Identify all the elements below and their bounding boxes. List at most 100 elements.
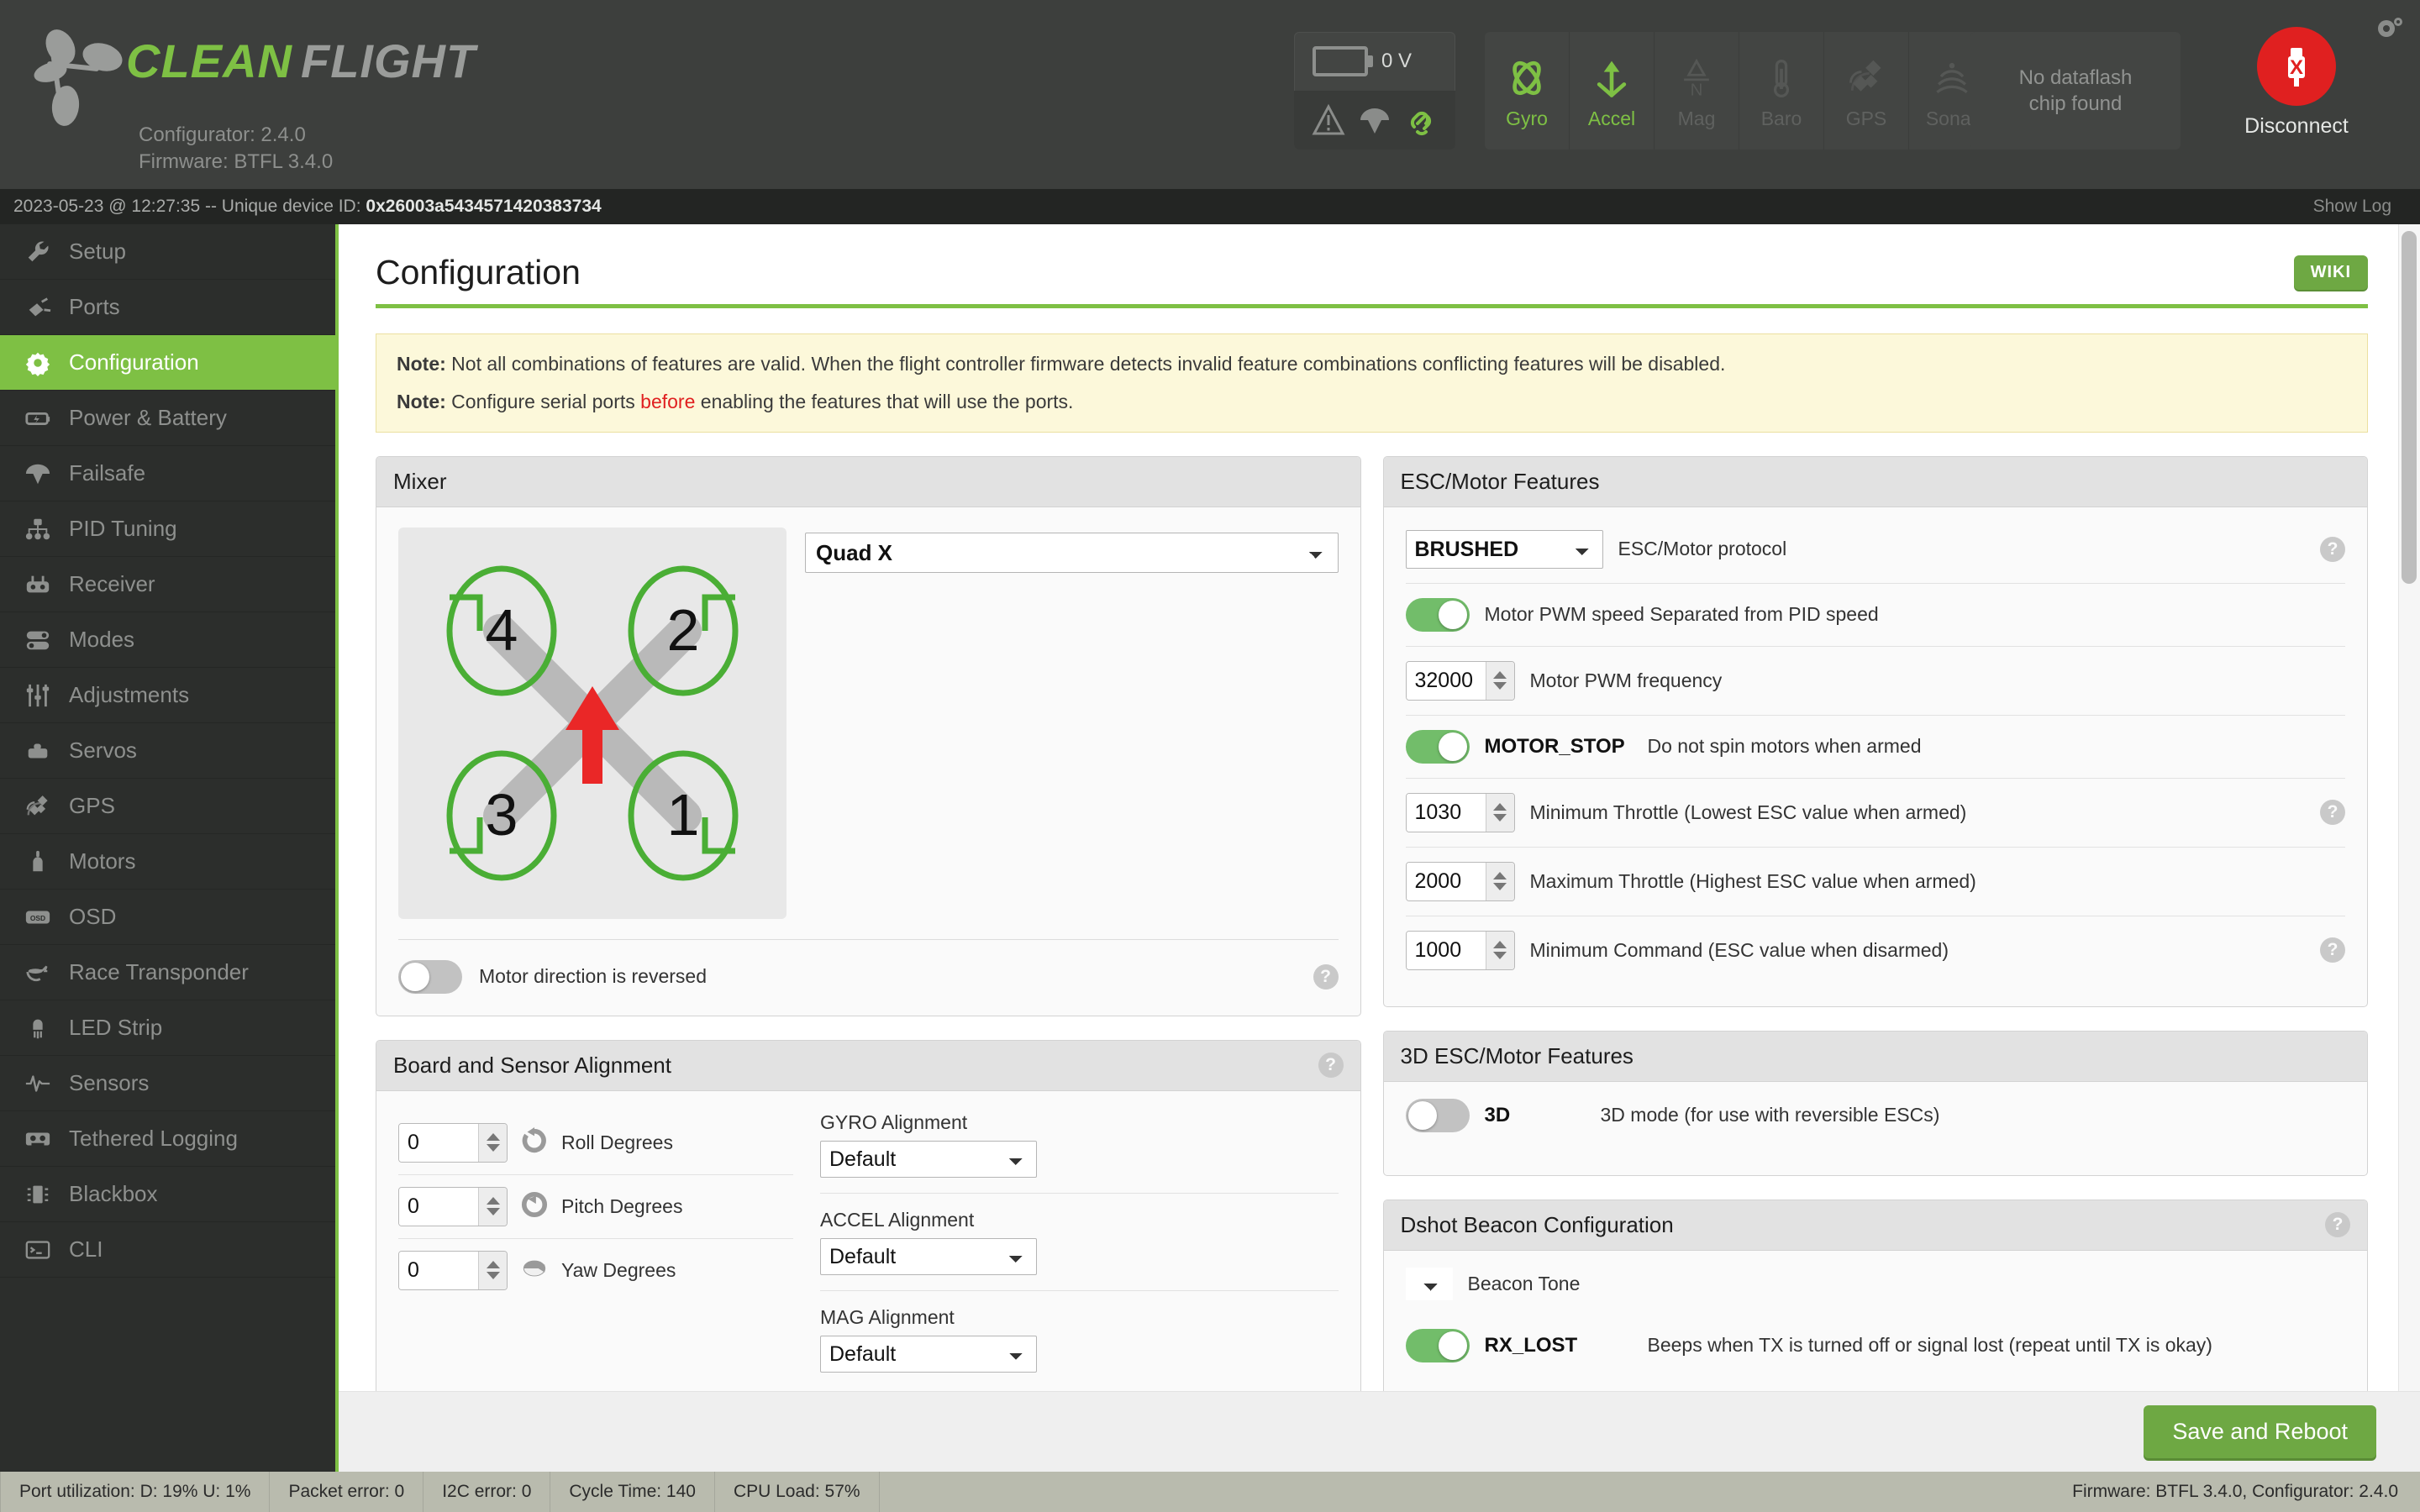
sidebar-item-gps[interactable]: GPS — [0, 779, 335, 834]
cleanflight-wordmark: CLEAN FLIGHT — [126, 37, 521, 89]
disconnect-button[interactable]: X Disconnect — [2225, 27, 2368, 139]
disconnect-label: Disconnect — [2244, 114, 2349, 138]
pitch-degrees-row: Pitch Degrees — [398, 1173, 793, 1238]
esc-3d-toggle[interactable] — [1405, 1098, 1470, 1132]
sidebar-item-sensors[interactable]: Sensors — [0, 1056, 335, 1111]
beacon-tone-select[interactable] — [1405, 1267, 1453, 1300]
min-command-label: Minimum Command (ESC value when disarmed… — [1529, 938, 1949, 961]
pwm-separate-label: Motor PWM speed Separated from PID speed — [1484, 603, 1879, 626]
sidebar-item-pid-tuning[interactable]: PID Tuning — [0, 501, 335, 557]
quadcopter-logo-icon — [32, 22, 133, 127]
pwm-frequency-stepper[interactable] — [1405, 660, 1515, 701]
settings-gear-icon[interactable] — [2373, 12, 2407, 45]
svg-text:N: N — [1691, 81, 1703, 99]
min-command-input[interactable] — [1406, 931, 1486, 969]
sensor-label: Sonar — [1925, 107, 1978, 129]
accel-alignment-select[interactable]: Default — [820, 1237, 1037, 1275]
servo-icon — [20, 738, 55, 764]
sidebar-item-label: Sensors — [69, 1070, 150, 1095]
sidebar-item-race-transponder[interactable]: Race Transponder — [0, 945, 335, 1000]
esc-protocol-help-icon[interactable]: ? — [2320, 536, 2345, 562]
sidebar-item-label: Power & Battery — [69, 405, 227, 430]
pwm-frequency-row: Motor PWM frequency — [1405, 645, 2345, 715]
waveform-icon — [20, 1070, 55, 1097]
sidebar-item-label: Ports — [69, 294, 120, 319]
yaw-rotate-icon — [521, 1255, 548, 1286]
sidebar-item-power-battery[interactable]: Power & Battery — [0, 391, 335, 446]
max-throttle-input[interactable] — [1406, 862, 1486, 900]
mag-alignment-select[interactable]: Default — [820, 1335, 1037, 1373]
pitch-degrees-stepper[interactable] — [398, 1186, 508, 1226]
min-throttle-help-icon[interactable]: ? — [2320, 800, 2345, 826]
pwm-frequency-input[interactable] — [1406, 661, 1486, 700]
min-throttle-input[interactable] — [1406, 793, 1486, 832]
roll-degrees-stepper[interactable] — [398, 1122, 508, 1163]
save-and-reboot-button[interactable]: Save and Reboot — [2144, 1405, 2376, 1458]
sensor-baro: Baro — [1739, 32, 1824, 150]
sidebar-item-led-strip[interactable]: LED Strip — [0, 1000, 335, 1056]
led-icon — [20, 1015, 55, 1042]
title-divider — [376, 304, 2368, 308]
roll-degrees-label: Roll Degrees — [561, 1131, 673, 1153]
status-packet-error: Packet error: 0 — [270, 1472, 424, 1512]
sidebar-item-modes[interactable]: Modes — [0, 612, 335, 668]
dshot-panel-header: Dshot Beacon Configuration ? — [1383, 1200, 2367, 1251]
max-throttle-stepper[interactable] — [1405, 861, 1515, 901]
esc-3d-panel-header: 3D ESC/Motor Features — [1383, 1031, 2367, 1082]
sensor-label: GPS — [1845, 107, 1887, 129]
sidebar-item-blackbox[interactable]: Blackbox — [0, 1167, 335, 1222]
motor-direction-reversed-toggle[interactable] — [398, 959, 462, 994]
dshot-help-icon[interactable]: ? — [2325, 1212, 2350, 1238]
sidebar-item-motors[interactable]: Motors — [0, 834, 335, 890]
sensor-gyro: Gyro — [1485, 32, 1570, 150]
motor-stop-toggle[interactable] — [1405, 729, 1470, 764]
sidebar-item-servos[interactable]: Servos — [0, 723, 335, 779]
sidebar-item-receiver[interactable]: Receiver — [0, 557, 335, 612]
sidebar-item-cli[interactable]: CLI — [0, 1222, 335, 1278]
sidebar-item-tethered-logging[interactable]: Tethered Logging — [0, 1111, 335, 1167]
wrench-icon — [20, 239, 55, 265]
min-command-stepper[interactable] — [1405, 930, 1515, 970]
sidebar-item-adjustments[interactable]: Adjustments — [0, 668, 335, 723]
motor-number-2: 2 — [667, 597, 700, 663]
sidebar-item-setup[interactable]: Setup — [0, 224, 335, 280]
dataflash-status: No dataflash chip found — [1970, 32, 2181, 150]
terminal-icon — [20, 1236, 55, 1263]
content-scrollbar-track[interactable] — [2398, 224, 2420, 1391]
pitch-rotate-icon — [521, 1191, 548, 1222]
yaw-degrees-stepper[interactable] — [398, 1250, 508, 1290]
min-command-help-icon[interactable]: ? — [2320, 937, 2345, 963]
sidebar-item-configuration[interactable]: Configuration — [0, 335, 335, 391]
sidebar-item-label: Tethered Logging — [69, 1126, 238, 1151]
parachute-icon — [20, 460, 55, 487]
sidebar-item-label: PID Tuning — [69, 516, 177, 541]
sensor-gps: GPS — [1824, 32, 1909, 150]
sidebar-item-osd[interactable]: OSD OSD — [0, 890, 335, 945]
mixer-type-select[interactable]: Quad X — [805, 532, 1339, 573]
min-throttle-stepper[interactable] — [1405, 792, 1515, 832]
content-scrollbar-thumb[interactable] — [2402, 231, 2417, 584]
roll-degrees-input[interactable] — [399, 1123, 478, 1162]
note2-before-link[interactable]: before — [640, 391, 695, 412]
mixer-panel-title: Mixer — [393, 468, 447, 494]
rx-lost-toggle[interactable] — [1405, 1328, 1470, 1362]
svg-text:OSD: OSD — [30, 913, 45, 921]
motor-direction-help-icon[interactable]: ? — [1313, 963, 1339, 990]
pwm-separate-toggle[interactable] — [1405, 597, 1470, 632]
esc-protocol-select[interactable]: BRUSHED — [1405, 529, 1603, 569]
gyro-alignment-select[interactable]: Default — [820, 1140, 1037, 1178]
pitch-degrees-input[interactable] — [399, 1187, 478, 1226]
sidebar-item-label: LED Strip — [69, 1015, 163, 1040]
yaw-degrees-input[interactable] — [399, 1251, 478, 1289]
app-header: CLEAN FLIGHT Configurator: 2.4.0 Firmwar… — [0, 0, 2420, 189]
min-throttle-row: Minimum Throttle (Lowest ESC value when … — [1405, 777, 2345, 847]
sidebar-nav: Setup Ports Configuration Power & Batter… — [0, 224, 339, 1472]
wiki-button[interactable]: WIKI — [2293, 255, 2368, 290]
app-body: Setup Ports Configuration Power & Batter… — [0, 224, 2420, 1472]
show-log-button[interactable]: Show Log — [2313, 197, 2391, 217]
beacon-tone-row: Beacon Tone — [1405, 1263, 2346, 1315]
sidebar-item-label: Modes — [69, 627, 135, 652]
sidebar-item-failsafe[interactable]: Failsafe — [0, 446, 335, 501]
sidebar-item-ports[interactable]: Ports — [0, 280, 335, 335]
alignment-help-icon[interactable]: ? — [1318, 1053, 1344, 1079]
